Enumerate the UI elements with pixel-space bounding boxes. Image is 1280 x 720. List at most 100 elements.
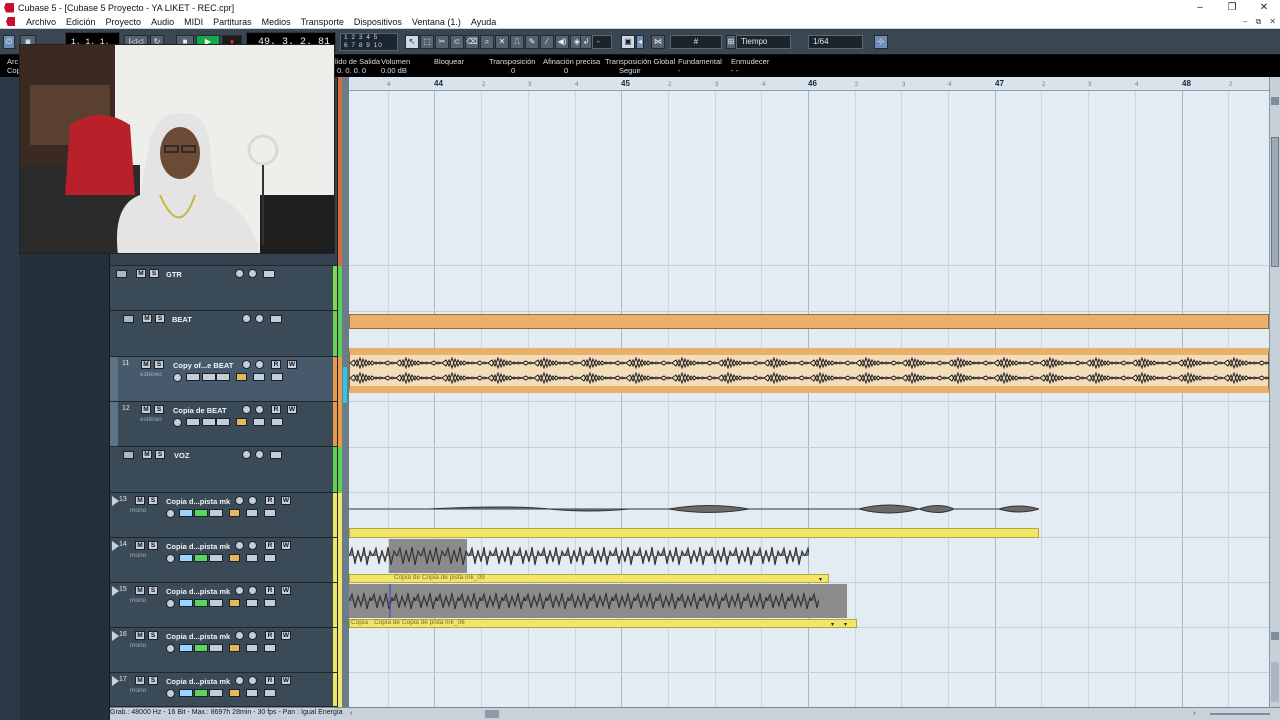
folder-open-icon[interactable]	[123, 315, 134, 323]
monitor-button[interactable]	[242, 405, 251, 414]
lock-icon[interactable]	[236, 373, 247, 381]
monitor-button[interactable]	[242, 360, 251, 369]
write-automation-button[interactable]: W	[281, 586, 291, 595]
folder-expand-icon[interactable]	[112, 496, 119, 506]
menu-proyecto[interactable]: Proyecto	[101, 17, 147, 27]
lock-icon[interactable]	[229, 644, 240, 652]
monitor-button[interactable]	[235, 676, 244, 685]
erase-tool-icon[interactable]: ⌫	[465, 35, 479, 49]
speaker-icon[interactable]	[248, 496, 257, 505]
lanes-icon[interactable]	[264, 644, 276, 652]
monitor-button[interactable]	[235, 496, 244, 505]
write-automation-button[interactable]: W	[281, 631, 291, 640]
mdi-restore-button[interactable]: ⧉	[1256, 17, 1262, 27]
write-automation-button[interactable]: W	[287, 360, 297, 369]
read-automation-button[interactable]: R	[265, 631, 275, 640]
folder-icon[interactable]	[246, 689, 258, 697]
insert-icon[interactable]	[209, 509, 223, 517]
snap-toggle-icon[interactable]: ⊞	[726, 35, 736, 49]
input-routing-icon[interactable]	[179, 509, 193, 517]
solo-button[interactable]: S	[154, 360, 164, 369]
minimize-button[interactable]: –	[1184, 0, 1216, 15]
input-routing-icon[interactable]	[186, 373, 200, 381]
track-17[interactable]: 17 M S Copia d...pista mk R W mono	[110, 673, 337, 707]
lanes-icon[interactable]	[264, 689, 276, 697]
insert-icon[interactable]	[216, 373, 230, 381]
folder-icon[interactable]	[246, 554, 258, 562]
beat-folder-part[interactable]	[349, 314, 1269, 329]
track-16[interactable]: 16 M S Copia d...pista mk R W mono	[110, 628, 337, 673]
mdi-minimize-button[interactable]: –	[1243, 17, 1247, 27]
speaker-icon[interactable]	[255, 314, 264, 323]
track-beat[interactable]: M S BEAT	[110, 311, 337, 357]
play-tool-icon[interactable]: ◀)	[555, 35, 569, 49]
range-selection-tool-icon[interactable]: ⬚	[420, 35, 434, 49]
timeline-ruler[interactable]: 4 44 2 3 4 45 2 3 4 46 2 3 4 47 2 3 4 48…	[349, 77, 1269, 91]
solo-button[interactable]: S	[155, 314, 165, 323]
info-value-mute[interactable]: - -	[731, 66, 738, 75]
track-name[interactable]: Copia de BEAT	[173, 406, 227, 415]
lock-icon[interactable]	[229, 599, 240, 607]
write-automation-button[interactable]: W	[281, 496, 291, 505]
track-name[interactable]: Copia d...pista mk	[166, 497, 230, 506]
track-12[interactable]: 12 M S Copia de BEAT R W estéreo	[110, 402, 337, 447]
edit-channel-icon[interactable]	[166, 509, 175, 518]
lock-icon[interactable]	[229, 554, 240, 562]
input-routing-icon[interactable]	[179, 554, 193, 562]
zoom-vertical-slider[interactable]	[1271, 662, 1279, 702]
menu-transporte[interactable]: Transporte	[296, 17, 349, 27]
scroll-right-icon[interactable]: ›	[1193, 710, 1199, 718]
info-value-output[interactable]: 0. 0. 0. 0	[337, 66, 366, 75]
solo-button[interactable]: S	[155, 450, 165, 459]
audio-part-track-15[interactable]: Copia Copia de Copia de pista mk_06 ▾ ▾	[349, 584, 857, 628]
track-name[interactable]: Copia d...pista mk	[166, 587, 230, 596]
monitor-button[interactable]	[235, 269, 244, 278]
mute-button[interactable]: M	[135, 496, 145, 505]
menu-archivo[interactable]: Archivo	[21, 17, 61, 27]
read-automation-button[interactable]: R	[271, 360, 281, 369]
monitor-button[interactable]	[242, 314, 251, 323]
track-name[interactable]: Copia d...pista mk	[166, 677, 230, 686]
mute-button[interactable]: M	[141, 405, 151, 414]
folder-expand-icon[interactable]	[112, 631, 119, 641]
folder-open-icon[interactable]	[123, 451, 134, 459]
track-11[interactable]: 11 M S Copy of...e BEAT R W estéreo	[110, 357, 337, 402]
folder-edit-icon[interactable]	[270, 315, 282, 323]
draw-tool-icon[interactable]: ✎	[525, 35, 539, 49]
zoom-horizontal-slider[interactable]	[1210, 713, 1270, 715]
input-routing-icon[interactable]	[179, 599, 193, 607]
autoscroll-button[interactable]: ▣	[621, 35, 635, 49]
menu-audio[interactable]: Audio	[146, 17, 179, 27]
snap-zero-button[interactable]: ⋈	[651, 35, 665, 49]
timewarp-tool-icon[interactable]: ⎍	[510, 35, 524, 49]
menu-midi[interactable]: MIDI	[179, 17, 208, 27]
read-automation-button[interactable]: R	[265, 541, 275, 550]
scroll-down-icon[interactable]	[1271, 632, 1279, 640]
track-gtr[interactable]: M S GTR	[110, 266, 337, 311]
line-tool-icon[interactable]: ⁄	[540, 35, 554, 49]
eq-icon[interactable]	[194, 599, 208, 607]
lanes-icon[interactable]	[271, 418, 283, 426]
mute-button[interactable]: M	[141, 360, 151, 369]
input-routing-icon[interactable]	[186, 418, 200, 426]
monitor-button[interactable]	[235, 586, 244, 595]
eq-icon[interactable]	[202, 418, 216, 426]
mdi-close-button[interactable]: ✕	[1269, 17, 1276, 27]
speaker-icon[interactable]	[248, 541, 257, 550]
grid-type-select[interactable]: Tiempo	[736, 35, 791, 49]
lock-icon[interactable]	[236, 418, 247, 426]
folder-icon[interactable]	[246, 644, 258, 652]
eq-icon[interactable]	[202, 373, 216, 381]
nudge-select[interactable]: -	[592, 35, 612, 49]
info-value-global-transpose[interactable]: Seguir	[619, 66, 641, 75]
mute-button[interactable]: M	[135, 586, 145, 595]
folder-icon[interactable]	[246, 599, 258, 607]
write-automation-button[interactable]: W	[287, 405, 297, 414]
edit-channel-icon[interactable]	[166, 689, 175, 698]
write-automation-button[interactable]: W	[281, 676, 291, 685]
monitor-button[interactable]	[235, 541, 244, 550]
insert-icon[interactable]	[216, 418, 230, 426]
track-voz[interactable]: M S VOZ	[110, 447, 337, 493]
folder-icon[interactable]	[253, 373, 265, 381]
read-automation-button[interactable]: R	[271, 405, 281, 414]
